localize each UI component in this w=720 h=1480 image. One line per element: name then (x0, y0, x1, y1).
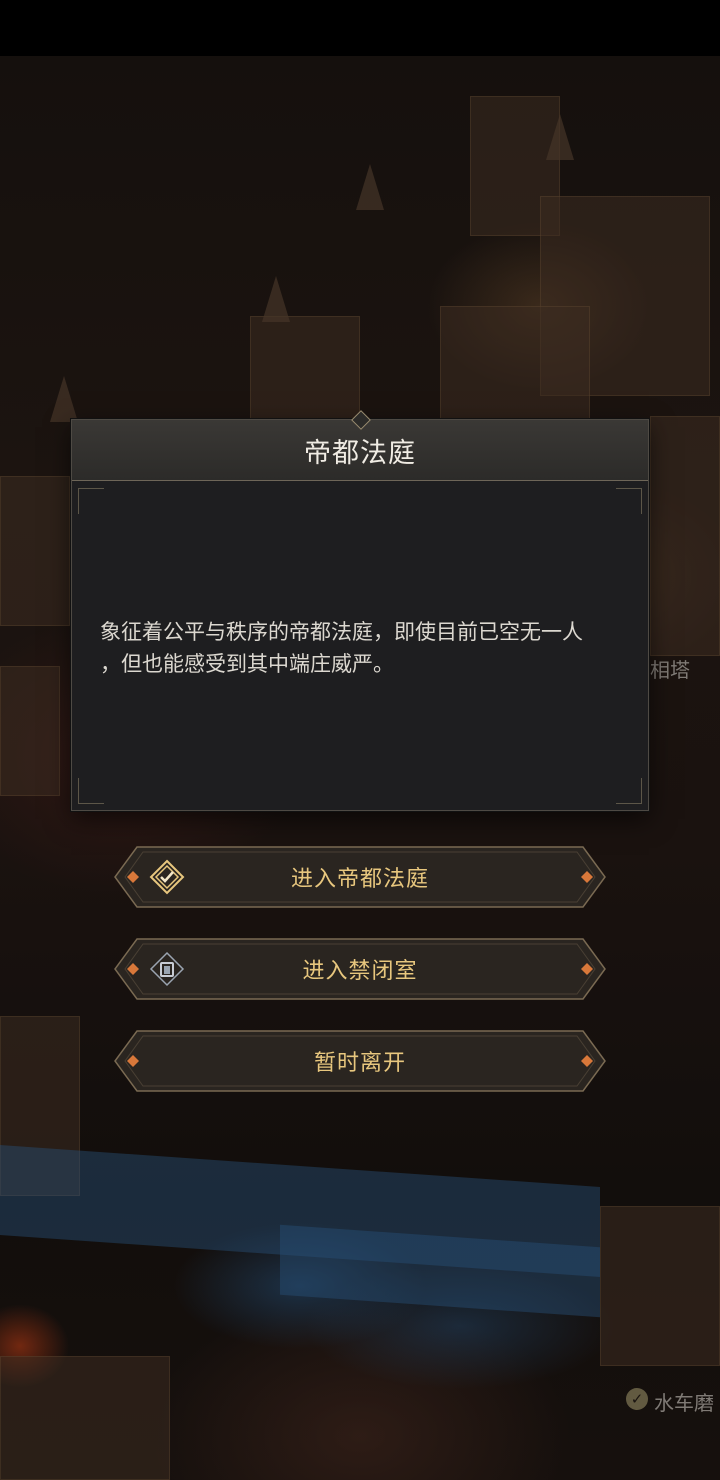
leave-label: 暂时离开 (313, 1051, 406, 1076)
map-label-mill[interactable]: 水车磨 (654, 1387, 714, 1416)
event-dialog: 帝都法庭 象征着公平与秩序的帝都法庭，即使目前已空无一人 ，但也能感受到其中端庄… (71, 410, 649, 811)
status-bar (0, 0, 720, 56)
enter-court-button[interactable]: 进入帝都法庭 (113, 845, 607, 909)
enter-confinement-label: 进入禁闭室 (302, 959, 418, 984)
description-line: 象征着公平与秩序的帝都法庭，即使目前已空无一人 (100, 620, 583, 644)
corner-ornament (78, 778, 104, 804)
dialog-title: 帝都法庭 (304, 437, 416, 469)
leave-button[interactable]: 暂时离开 (113, 1029, 607, 1093)
game-screen: 相塔 ✓ 水车磨 帝都法庭 象征着公平与秩序的帝都法庭，即使目前已空无一人 ，但… (0, 0, 720, 1480)
dialog-description: 象征着公平与秩序的帝都法庭，即使目前已空无一人 ，但也能感受到其中端庄威严。 (100, 616, 630, 680)
dialog-header: 帝都法庭 (72, 410, 648, 481)
corner-ornament (78, 488, 104, 514)
check-icon: ✓ (626, 1388, 648, 1410)
description-line: ，但也能感受到其中端庄威严。 (100, 652, 394, 676)
corner-ornament (616, 778, 642, 804)
enter-confinement-button[interactable]: 进入禁闭室 (113, 937, 607, 1001)
corner-ornament (616, 488, 642, 514)
enter-court-label: 进入帝都法庭 (290, 867, 429, 892)
map-label-tower[interactable]: 相塔 (650, 654, 690, 683)
